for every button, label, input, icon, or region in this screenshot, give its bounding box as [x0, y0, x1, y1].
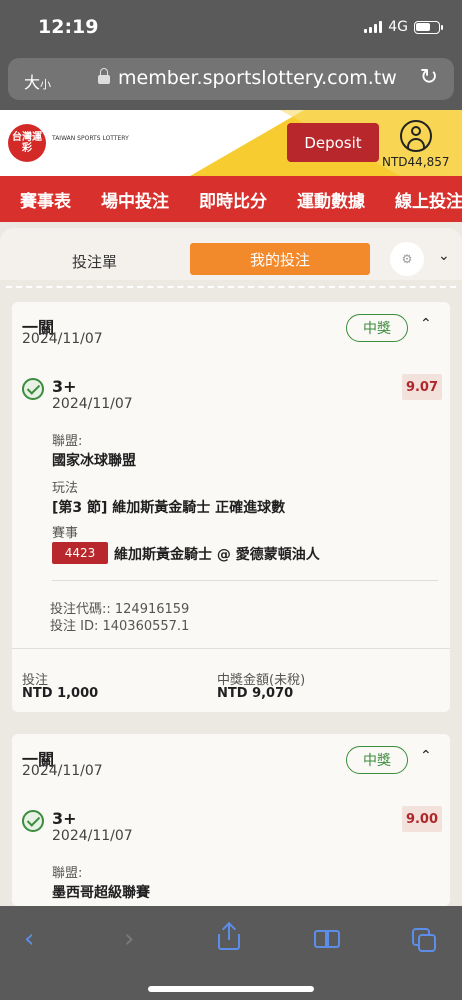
tabs-icon[interactable] [412, 928, 436, 952]
deposit-button[interactable]: Deposit [287, 123, 379, 162]
browser-address-area: 大小 member.sportslottery.com.tw ↻ [0, 56, 462, 110]
league-value: 墨西哥超級聯賽 [52, 885, 150, 901]
lock-icon [98, 68, 110, 84]
chevron-up-icon[interactable]: ⌃ [420, 748, 432, 764]
tab-betslip[interactable]: 投注單 [72, 251, 117, 272]
status-badge: 中獎 [346, 746, 408, 774]
text-size-small: 小 [40, 78, 52, 91]
selection-date: 2024/11/07 [52, 396, 133, 412]
bet-tabs: 投注單 我的投注 ⚙ ⌄ [0, 228, 462, 280]
account-balance: NTD44,857 [382, 155, 450, 169]
status-bar: 12:19 4G [0, 0, 462, 56]
bet-tabs-area: 投注單 我的投注 ⚙ ⌄ [0, 222, 462, 292]
battery-level [416, 22, 430, 31]
nav-item-online-betting[interactable]: 線上投注 [375, 187, 462, 212]
check-circle-icon [22, 378, 44, 400]
reload-icon[interactable]: ↻ [420, 65, 438, 90]
footer-divider [12, 648, 450, 649]
nav-item-schedule[interactable]: 賽事表 [0, 187, 81, 212]
share-icon[interactable] [218, 921, 240, 950]
check-circle-icon [22, 810, 44, 832]
text-size-button[interactable]: 大小 [24, 69, 51, 93]
settings-gear-icon[interactable]: ⚙ [390, 242, 424, 276]
url-text[interactable]: member.sportslottery.com.tw [118, 67, 397, 89]
selection-name: 3+ [52, 809, 77, 828]
signal-icon [364, 21, 383, 33]
bet-date: 2024/11/07 [22, 331, 103, 347]
divider [52, 580, 438, 581]
status-time: 12:19 [38, 16, 99, 38]
event-name: 維加斯黃金騎士 @ 愛德蒙頓油人 [114, 547, 320, 563]
main-nav: 賽事表 場中投注 即時比分 運動數據 線上投注 [0, 176, 462, 222]
browser-toolbar: ‹ › [0, 906, 462, 1000]
status-badge: 中獎 [346, 314, 408, 342]
market-label: 玩法 [52, 481, 79, 496]
nav-item-sports-data[interactable]: 運動數據 [277, 187, 375, 212]
site-logo[interactable]: 台灣運彩 [8, 124, 46, 162]
nav-item-live-betting[interactable]: 場中投注 [81, 187, 179, 212]
dashed-divider [6, 286, 456, 288]
odds-value: 9.00 [402, 806, 442, 832]
logo-subtitle: TAIWAN SPORTS LOTTERY [52, 135, 129, 142]
stake-value: NTD 1,000 [22, 686, 99, 701]
event-label: 賽事 [52, 526, 79, 541]
event-id-badge: 4423 [52, 542, 108, 564]
text-size-large: 大 [24, 73, 41, 92]
bet-card: 一關 2024/11/07 中獎 ⌃ 3+ 2024/11/07 9.07 聯盟… [12, 302, 450, 712]
bet-card: 一關 2024/11/07 中獎 ⌃ 3+ 2024/11/07 9.00 聯盟… [12, 734, 450, 906]
home-indicator [148, 986, 314, 992]
odds-value: 9.07 [402, 374, 442, 400]
chevron-down-icon[interactable]: ⌄ [438, 248, 450, 264]
payout-value: NTD 9,070 [217, 686, 294, 701]
selection-date: 2024/11/07 [52, 828, 133, 844]
market-value: [第3 節] 維加斯黃金騎士 正確進球數 [52, 500, 286, 516]
status-indicators: 4G [364, 19, 443, 35]
league-label: 聯盟: [52, 434, 83, 449]
network-label: 4G [388, 19, 408, 35]
league-label: 聯盟: [52, 866, 83, 881]
bookmarks-icon[interactable] [314, 930, 342, 950]
tab-my-bets[interactable]: 我的投注 [190, 243, 370, 275]
nav-item-live-scores[interactable]: 即時比分 [179, 187, 277, 212]
user-account-icon[interactable] [400, 120, 432, 152]
league-value: 國家冰球聯盟 [52, 453, 136, 469]
battery-icon [414, 20, 443, 34]
address-bar[interactable]: 大小 member.sportslottery.com.tw ↻ [8, 58, 454, 100]
chevron-up-icon[interactable]: ⌃ [420, 316, 432, 332]
site-header: 台灣運彩 TAIWAN SPORTS LOTTERY Deposit NTD44… [0, 110, 462, 176]
bet-date: 2024/11/07 [22, 763, 103, 779]
forward-icon[interactable]: › [124, 924, 134, 954]
bet-id: 投注 ID: 140360557.1 [50, 619, 190, 634]
back-icon[interactable]: ‹ [24, 924, 34, 954]
selection-name: 3+ [52, 377, 77, 396]
